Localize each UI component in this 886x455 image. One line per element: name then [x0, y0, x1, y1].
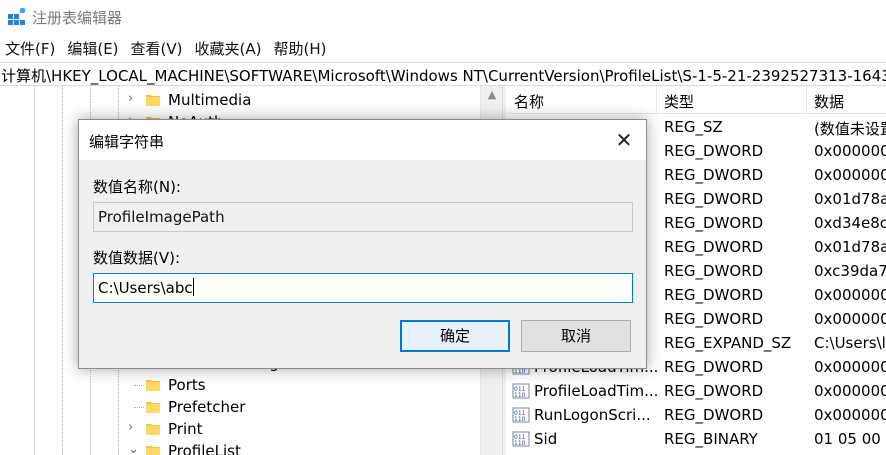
binary-value-icon: 011110: [512, 406, 530, 424]
svg-text:110: 110: [514, 440, 526, 447]
tree-item-ports[interactable]: Ports: [0, 374, 480, 396]
value-data-cell: C:\Users\li: [814, 334, 886, 352]
menu-bar: 文件(F) 编辑(E) 查看(V) 收藏夹(A) 帮助(H): [0, 36, 886, 60]
value-data-cell: 0x0000000: [814, 142, 886, 160]
value-name-field: ProfileImagePath: [93, 202, 633, 232]
edit-string-dialog: 编辑字符串 ✕ 数值名称(N): ProfileImagePath 数值数据(V…: [78, 119, 647, 369]
scroll-up-arrow-icon[interactable]: ▲: [486, 89, 498, 100]
list-row[interactable]: 011110Sid REG_BINARY 01 05 00 0: [506, 427, 886, 451]
address-path[interactable]: 计算机\HKEY_LOCAL_MACHINE\SOFTWARE\Microsof…: [1, 65, 886, 85]
value-data-cell: 0x0000000: [814, 310, 886, 328]
ok-button[interactable]: 确定: [400, 320, 510, 352]
svg-text:110: 110: [514, 392, 526, 399]
value-type-cell: REG_BINARY: [664, 430, 758, 448]
value-name-cell: Sid: [534, 430, 558, 448]
value-data-input[interactable]: C:\Users\abc: [93, 273, 633, 303]
value-data-cell: 0x0000000: [814, 382, 886, 400]
window-title: 注册表编辑器: [32, 9, 123, 27]
list-row[interactable]: 011110ProfileLoadTim... REG_DWORD 0x000000…: [506, 379, 886, 403]
value-data-cell: (数值未设置: [814, 120, 886, 138]
cancel-button[interactable]: 取消: [521, 320, 631, 352]
value-name-cell: RunLogonScri...: [534, 406, 651, 424]
tree-item-profilelist[interactable]: ⌄ ProfileList: [0, 440, 480, 455]
value-data-cell: 0xd34e8c: [814, 214, 886, 232]
tree-connector: [134, 407, 144, 408]
binary-value-icon: 011110: [512, 382, 530, 400]
column-header-name[interactable]: 名称: [514, 91, 544, 112]
list-row[interactable]: 011110RunLogonScri... REG_DWORD 0x0000000: [506, 403, 886, 427]
tree-item-label: Multimedia: [168, 91, 252, 109]
value-name-cell: ProfileLoadTim...: [534, 382, 659, 400]
value-data-cell: 0xc39da7: [814, 262, 886, 280]
folder-icon: [146, 93, 160, 107]
folder-icon: [146, 422, 160, 436]
value-type-cell: REG_DWORD: [664, 214, 764, 232]
value-type-cell: REG_DWORD: [664, 238, 764, 256]
column-divider[interactable]: [806, 86, 807, 114]
value-type-cell: REG_DWORD: [664, 166, 764, 184]
dialog-title: 编辑字符串: [89, 133, 165, 151]
folder-icon: [146, 400, 160, 414]
chevron-right-icon[interactable]: ›: [128, 92, 140, 106]
registry-editor-app-icon: [8, 7, 26, 26]
value-type-cell: REG_DWORD: [664, 358, 764, 376]
chevron-right-icon[interactable]: ›: [128, 421, 140, 435]
value-name-label: 数值名称(N):: [93, 178, 181, 196]
tree-item-label: Print: [168, 420, 203, 438]
list-header: 名称 类型 数据: [506, 86, 886, 114]
chevron-down-icon[interactable]: ⌄: [128, 443, 140, 455]
value-data-cell: 0x0000000: [814, 406, 886, 424]
value-data-label: 数值数据(V):: [93, 249, 181, 267]
tree-item-label: ProfileList: [168, 442, 241, 455]
value-type-cell: REG_DWORD: [664, 406, 764, 424]
value-type-cell: REG_DWORD: [664, 142, 764, 160]
dialog-title-bar: 编辑字符串 ✕: [79, 120, 646, 160]
value-data-cell: 0x0000000: [814, 358, 886, 376]
menu-view[interactable]: 查看(V): [125, 38, 189, 59]
tree-connector: [134, 385, 144, 386]
value-data-cell: 0x0000000: [814, 166, 886, 184]
tree-item-label: Ports: [168, 376, 206, 394]
value-type-cell: REG_DWORD: [664, 262, 764, 280]
menu-file[interactable]: 文件(F): [0, 38, 61, 59]
value-type-cell: REG_DWORD: [664, 382, 764, 400]
svg-text:110: 110: [514, 368, 526, 375]
value-type-cell: REG_DWORD: [664, 310, 764, 328]
value-data-cell: 0x01d78a: [814, 190, 886, 208]
text-caret: [192, 278, 194, 296]
tree-item-prefetcher[interactable]: Prefetcher: [0, 396, 480, 418]
column-divider[interactable]: [656, 86, 657, 114]
value-type-cell: REG_DWORD: [664, 190, 764, 208]
value-type-cell: REG_DWORD: [664, 286, 764, 304]
close-icon[interactable]: ✕: [604, 125, 644, 155]
tree-item-label: Prefetcher: [168, 398, 246, 416]
column-header-type[interactable]: 类型: [664, 91, 694, 112]
value-data-cell: 01 05 00 0: [814, 430, 886, 448]
tree-item-print[interactable]: › Print: [0, 418, 480, 440]
title-bar: 注册表编辑器: [0, 0, 886, 34]
column-header-data[interactable]: 数据: [814, 91, 844, 112]
value-data-cell: 0x0000000: [814, 286, 886, 304]
folder-open-icon: [146, 444, 160, 455]
menu-edit[interactable]: 编辑(E): [61, 38, 124, 59]
value-data-text: C:\Users\abc: [98, 279, 193, 297]
address-bar[interactable]: 计算机\HKEY_LOCAL_MACHINE\SOFTWARE\Microsof…: [0, 62, 886, 86]
value-type-cell: REG_SZ: [664, 118, 723, 136]
binary-value-icon: 011110: [512, 430, 530, 448]
value-data-cell: 0x01d78a: [814, 238, 886, 256]
svg-text:110: 110: [514, 416, 526, 423]
menu-help[interactable]: 帮助(H): [267, 38, 332, 59]
value-type-cell: REG_EXPAND_SZ: [664, 334, 792, 352]
folder-icon: [146, 378, 160, 392]
menu-favorites[interactable]: 收藏夹(A): [189, 38, 268, 59]
tree-item-multimedia[interactable]: › Multimedia: [0, 89, 480, 111]
